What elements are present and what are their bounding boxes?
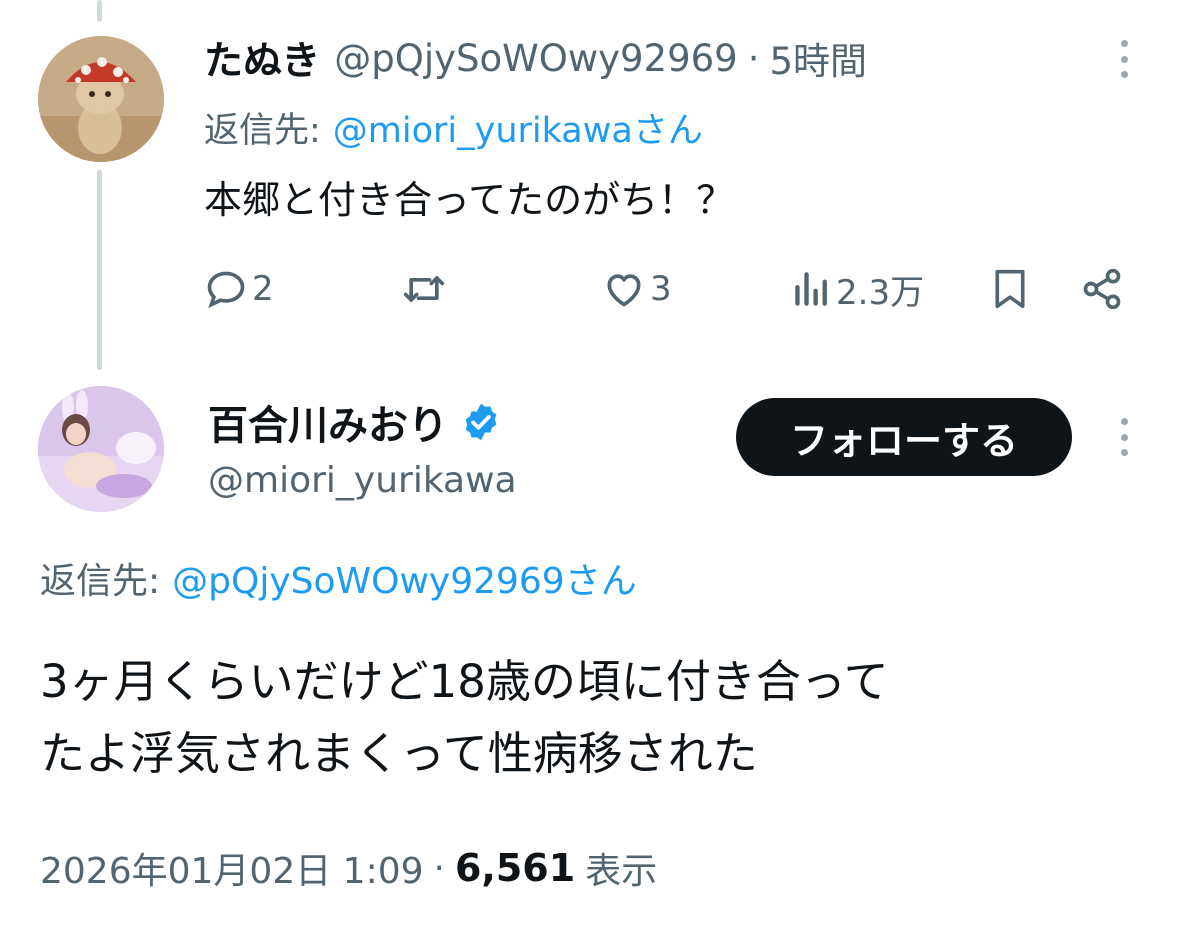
avatar[interactable] (38, 386, 164, 512)
bookmark-button[interactable] (990, 266, 1030, 312)
thread-connector (97, 170, 102, 370)
tweet-meta: 2026年01月02日 1:09 · 6,561 表示 (40, 840, 657, 896)
author-name-row: 百合川みおり (208, 394, 502, 450)
heart-icon (607, 274, 641, 307)
separator: · (747, 36, 760, 80)
retweet-icon (403, 276, 445, 302)
retweet-button[interactable] (400, 266, 452, 312)
tweet-time[interactable]: 5時間 (769, 31, 867, 85)
tweet-text: 3ヶ月くらいだけど18歳の頃に付き合って たよ浮気されまくって性病移された (40, 646, 889, 790)
reply-to-line: 返信先: @miori_yurikawaさん (204, 102, 703, 152)
bookmark-icon (995, 269, 1025, 309)
tweet-timestamp[interactable]: 2026年01月02日 1:09 (40, 842, 424, 894)
tweet-text-line: たよ浮気されまくって性病移された (40, 727, 758, 780)
more-options-icon[interactable] (1119, 418, 1129, 456)
reply-tweet-header: たぬき @pQjySoWOwy92969 · 5時間 (204, 30, 867, 86)
views-count: 6,561 (454, 846, 576, 890)
avatar[interactable] (38, 36, 164, 162)
share-button[interactable] (1080, 266, 1124, 312)
like-button[interactable]: 3 (602, 266, 672, 312)
tanuki-mushroom-avatar-image (38, 36, 164, 162)
tweet-text: 本郷と付き合ってたのがち！？ (204, 178, 735, 222)
profile-photo-image (38, 386, 164, 512)
reply-to-mention[interactable]: @miori_yurikawaさん (333, 102, 703, 153)
display-name[interactable]: 百合川みおり (208, 393, 448, 451)
share-icon (1083, 268, 1121, 310)
display-name[interactable]: たぬき (204, 30, 320, 86)
views-count: 2.3万 (836, 272, 925, 313)
reply-to-prefix: 返信先: (40, 561, 161, 602)
reply-icon (207, 271, 245, 309)
reply-button[interactable]: 2 (204, 266, 274, 312)
reply-to-line: 返信先: @pQjySoWOwy92969さん (40, 552, 637, 604)
user-handle[interactable]: @miori_yurikawa (208, 456, 517, 506)
follow-button[interactable]: フォローする (736, 398, 1072, 476)
reply-to-mention[interactable]: @pQjySoWOwy92969さん (172, 552, 637, 604)
verified-badge-icon (465, 403, 497, 441)
views-button[interactable]: 2.3万 (792, 266, 925, 313)
reply-count: 2 (252, 269, 274, 309)
views-label: 表示 (585, 851, 658, 892)
like-count: 3 (650, 269, 672, 309)
more-options-icon[interactable] (1119, 40, 1129, 78)
analytics-icon (795, 272, 827, 306)
reply-to-prefix: 返信先: (204, 110, 321, 151)
separator: · (433, 847, 445, 889)
tweet-text-line: 3ヶ月くらいだけど18歳の頃に付き合って (40, 655, 889, 708)
thread-line (97, 0, 102, 22)
user-handle[interactable]: @pQjySoWOwy92969 (334, 37, 737, 80)
